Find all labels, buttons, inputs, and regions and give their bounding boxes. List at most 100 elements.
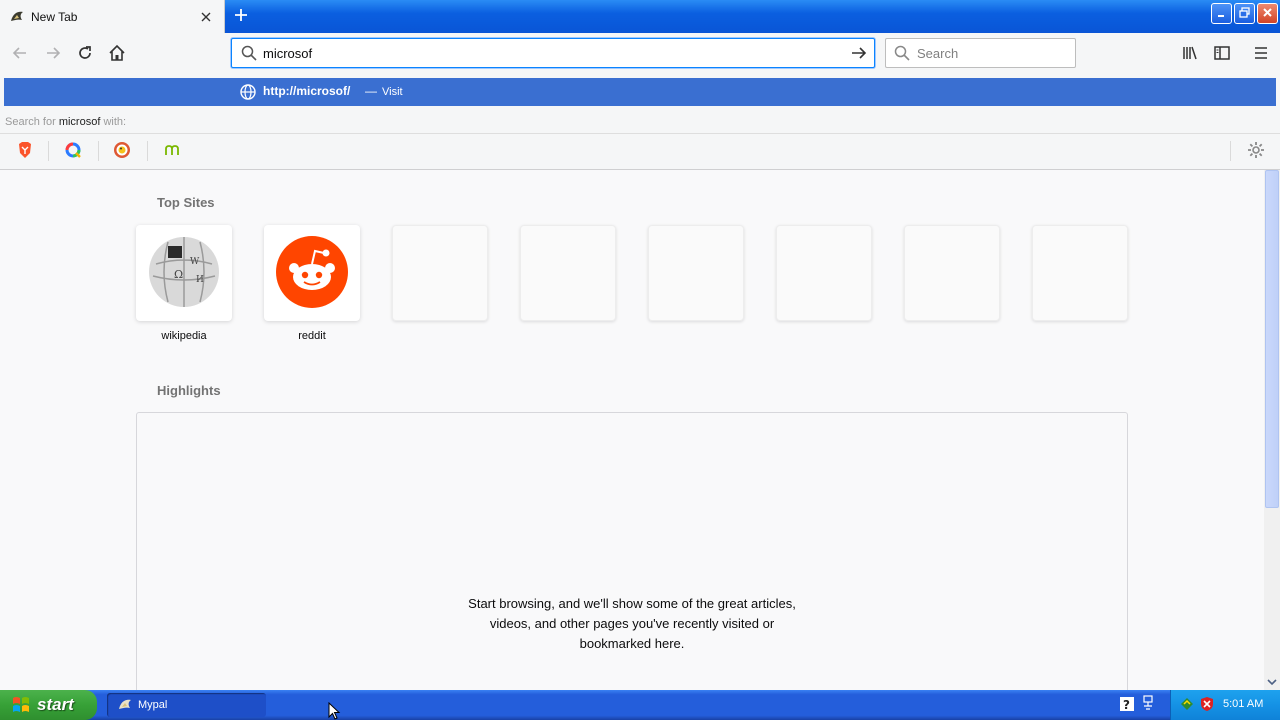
- menu-button[interactable]: [1248, 41, 1274, 67]
- forward-button[interactable]: [40, 41, 66, 67]
- tab-close-icon[interactable]: [198, 9, 214, 25]
- top-site-tile-wikipedia[interactable]: Ω W И: [136, 225, 232, 321]
- top-site-tile-empty: [648, 225, 744, 321]
- engine-divider: [1230, 141, 1231, 161]
- search-engine-bar: [0, 133, 1280, 169]
- clock: 5:01 AM: [1223, 698, 1264, 710]
- mouse-cursor-icon: [328, 701, 342, 720]
- tab-new-tab[interactable]: New Tab: [0, 0, 225, 33]
- url-bar[interactable]: [231, 38, 875, 68]
- taskbar-item-mypal[interactable]: Mypal: [107, 693, 266, 717]
- search-bar[interactable]: [885, 38, 1076, 68]
- top-site-label-reddit: reddit: [298, 330, 326, 342]
- search-settings-button[interactable]: [1245, 140, 1267, 162]
- shield-icon[interactable]: [1179, 696, 1195, 715]
- globe-icon: [239, 83, 257, 101]
- duckduckgo-engine-icon: [113, 141, 131, 162]
- taskbar: start Mypal ? 5:01 AM: [0, 690, 1280, 720]
- autocomplete-popup: http://microsof/ — Visit Search for micr…: [0, 75, 1280, 170]
- svg-text:?: ?: [1123, 698, 1130, 712]
- system-tray: 5:01 AM: [1170, 690, 1280, 720]
- top-site-tile-empty: [392, 225, 488, 321]
- reload-button[interactable]: [72, 41, 98, 67]
- search-with-prefix: Search for: [5, 116, 56, 128]
- wikipedia-globe-icon: Ω W И: [146, 234, 222, 313]
- engine-divider: [48, 141, 49, 161]
- restore-icon: [1239, 6, 1250, 21]
- autocomplete-action: Visit: [382, 86, 403, 98]
- duckduckgo-engine-button[interactable]: [111, 140, 133, 162]
- close-icon: [1262, 7, 1273, 21]
- minimize-icon: [1216, 7, 1227, 21]
- highlights-title: Highlights: [157, 383, 221, 398]
- library-button[interactable]: [1177, 41, 1203, 67]
- help-icon[interactable]: ?: [1119, 696, 1135, 715]
- minimize-button[interactable]: [1211, 3, 1232, 24]
- menu-icon: [1252, 44, 1270, 65]
- vertical-scrollbar[interactable]: [1264, 170, 1280, 690]
- sidebar-button[interactable]: [1209, 41, 1235, 67]
- restore-button[interactable]: [1234, 3, 1255, 24]
- mojeek-engine-button[interactable]: [161, 140, 183, 162]
- search-with-suffix: with:: [103, 116, 127, 128]
- reload-icon: [76, 44, 94, 65]
- network-icon[interactable]: [1142, 695, 1156, 716]
- new-tab-button[interactable]: [229, 5, 253, 27]
- engine-divider: [98, 141, 99, 161]
- qwant-engine-button[interactable]: [62, 140, 84, 162]
- plus-icon: [234, 8, 248, 25]
- chevron-down-icon: [1267, 675, 1277, 689]
- mypal-icon: [117, 697, 133, 713]
- scrollbar-thumb[interactable]: [1265, 170, 1279, 508]
- highlights-panel: Start browsing, and we'll show some of t…: [136, 412, 1128, 690]
- highlights-message-line: videos, and other pages you've recently …: [489, 616, 775, 631]
- top-sites-title: Top Sites: [157, 195, 215, 210]
- notification-icons: ?: [1114, 695, 1164, 715]
- mypal-icon: [9, 9, 25, 25]
- taskbar-item-label: Mypal: [138, 699, 168, 711]
- start-button[interactable]: start: [0, 690, 97, 720]
- close-window-button[interactable]: [1257, 3, 1278, 24]
- svg-text:W: W: [190, 257, 200, 267]
- gear-icon: [1247, 141, 1265, 162]
- home-button[interactable]: [104, 41, 130, 67]
- library-icon: [1181, 44, 1199, 65]
- scroll-down-button[interactable]: [1265, 675, 1279, 689]
- highlights-message-line: Start browsing, and we'll show some of t…: [468, 596, 796, 611]
- top-site-tile-empty: [520, 225, 616, 321]
- brave-engine-button[interactable]: [14, 140, 36, 162]
- autocomplete-visit-row[interactable]: http://microsof/ — Visit: [4, 78, 1276, 106]
- start-label: start: [37, 695, 74, 714]
- search-input[interactable]: [917, 45, 1067, 61]
- sidebar-icon: [1213, 44, 1231, 65]
- windows-logo-icon: [11, 695, 31, 715]
- top-site-tile-reddit[interactable]: [264, 225, 360, 321]
- top-site-tile-empty: [776, 225, 872, 321]
- highlights-empty-message: Start browsing, and we'll show some of t…: [137, 594, 1127, 654]
- home-icon: [108, 44, 126, 65]
- new-tab-page: Top Sites Ω W И wikipedia reddit Highlig…: [0, 170, 1264, 690]
- svg-text:Ω: Ω: [174, 268, 183, 281]
- security-alert-icon[interactable]: [1199, 696, 1215, 715]
- autocomplete-separator: —: [365, 84, 377, 98]
- search-with-query: microsof: [58, 116, 101, 128]
- top-site-label-wikipedia: wikipedia: [161, 330, 207, 342]
- qwant-engine-icon: [64, 141, 82, 162]
- tab-title: New Tab: [31, 9, 78, 24]
- go-arrow-icon[interactable]: [848, 42, 870, 64]
- forward-arrow-icon: [44, 44, 62, 65]
- back-button[interactable]: [7, 41, 33, 67]
- search-icon: [894, 45, 910, 61]
- top-site-tile-empty: [1032, 225, 1128, 321]
- search-with-label: Search for microsof with:: [5, 116, 126, 128]
- autocomplete-url: http://microsof/: [263, 84, 351, 98]
- back-arrow-icon: [11, 44, 29, 65]
- top-site-tile-empty: [904, 225, 1000, 321]
- search-icon: [241, 45, 257, 61]
- navigation-toolbar: [0, 33, 1280, 75]
- svg-text:И: И: [196, 275, 204, 285]
- mojeek-engine-icon: [164, 142, 180, 161]
- reddit-alien-icon: [275, 235, 349, 312]
- url-input[interactable]: [263, 45, 848, 61]
- tab-strip: New Tab: [0, 0, 1280, 33]
